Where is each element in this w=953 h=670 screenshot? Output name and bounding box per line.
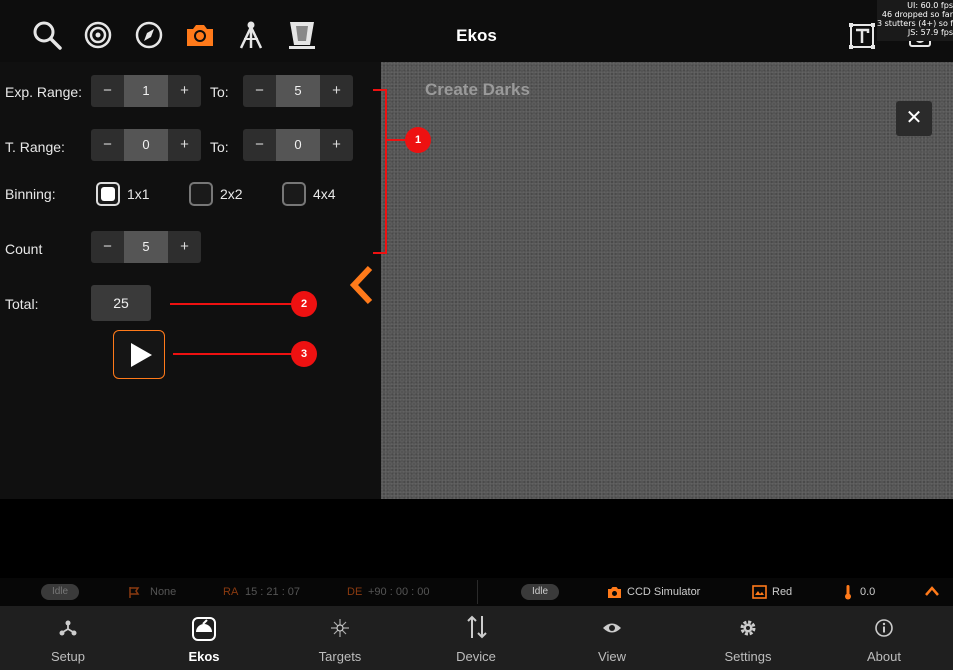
- t-range-to-label: To:: [210, 139, 229, 155]
- tripod-icon[interactable]: [233, 17, 269, 53]
- t-range-label: T. Range:: [5, 139, 65, 155]
- nav-label-targets: Targets: [318, 649, 362, 664]
- nav-label-view: View: [598, 649, 626, 664]
- t-range-to-value[interactable]: 0: [276, 129, 320, 161]
- nav-label-ekos: Ekos: [188, 649, 220, 664]
- increment-button[interactable]: +: [168, 129, 201, 161]
- exp-range-to-stepper: − 5 +: [243, 75, 353, 107]
- ra-value: 15 : 21 : 07: [245, 586, 301, 598]
- count-stepper: − 5 +: [91, 231, 201, 263]
- panel-title: Create Darks: [425, 80, 530, 99]
- increment-button[interactable]: +: [168, 75, 201, 107]
- eye-icon: [603, 623, 621, 633]
- exp-range-from-stepper: − 1 +: [91, 75, 201, 107]
- status-divider: [477, 580, 478, 604]
- nav-item-ekos[interactable]: Ekos: [136, 606, 272, 670]
- decrement-button[interactable]: −: [243, 75, 276, 107]
- nav-label-settings: Settings: [724, 649, 772, 664]
- annotation-line-1: [386, 139, 406, 141]
- increment-button[interactable]: +: [320, 129, 353, 161]
- t-range-from-value[interactable]: 0: [124, 129, 168, 161]
- fps-ui: UI: 60.0 fps: [907, 1, 953, 10]
- exp-range-from-value[interactable]: 1: [124, 75, 168, 107]
- camera-status-badge: Idle: [521, 584, 559, 600]
- nav-item-settings[interactable]: Settings: [680, 606, 816, 670]
- camera-icon[interactable]: [182, 17, 218, 53]
- chevron-left-icon[interactable]: [348, 265, 374, 305]
- setup-icon: [59, 620, 77, 636]
- darks-preview-panel: Create Darks: [381, 62, 953, 499]
- filter-name: Red: [772, 586, 793, 598]
- decrement-button[interactable]: −: [91, 231, 124, 263]
- fps-stutters: 3 stutters (4+) so far: [877, 19, 953, 28]
- annotation-bracket: [373, 89, 387, 254]
- targets-icon: [331, 619, 349, 637]
- binning-1x1-label: 1x1: [127, 186, 150, 202]
- mount-status-badge: Idle: [41, 584, 79, 600]
- target-icon[interactable]: [80, 17, 116, 53]
- annotation-marker-2: 2: [291, 291, 317, 317]
- binning-2x2-label: 2x2: [220, 186, 243, 202]
- count-value[interactable]: 5: [124, 231, 168, 263]
- binning-label: Binning:: [5, 186, 56, 202]
- fps-overlay: UI: 60.0 fps 46 dropped so far 3 stutter…: [877, 0, 953, 41]
- filter-small-icon: [752, 585, 767, 599]
- count-label: Count: [5, 241, 43, 257]
- start-button[interactable]: [113, 330, 165, 379]
- annotation-marker-1: 1: [405, 127, 431, 153]
- nav-item-device[interactable]: Device: [408, 606, 544, 670]
- ra-label: RA: [223, 586, 239, 598]
- fps-js: JS: 57.9 fps: [907, 28, 953, 37]
- target-name: None: [150, 586, 177, 598]
- total-value: 25: [91, 285, 151, 321]
- total-label: Total:: [5, 296, 39, 312]
- de-label: DE: [347, 586, 363, 598]
- gear-icon: [740, 620, 756, 636]
- chevron-up-icon[interactable]: [924, 585, 940, 597]
- fps-dropped: 46 dropped so far: [881, 10, 953, 19]
- search-icon[interactable]: [29, 17, 65, 53]
- nav-label-device: Device: [456, 649, 496, 664]
- annotation-marker-3: 3: [291, 341, 317, 367]
- compass-icon[interactable]: [131, 17, 167, 53]
- binning-4x4-checkbox[interactable]: [282, 182, 306, 206]
- nav-item-setup[interactable]: Setup: [0, 606, 136, 670]
- annotation-line-3: [173, 353, 292, 355]
- nav-label-setup: Setup: [51, 649, 85, 664]
- increment-button[interactable]: +: [320, 75, 353, 107]
- text-icon[interactable]: [846, 20, 878, 52]
- ekos-icon: [192, 617, 216, 641]
- device-icon: [467, 615, 487, 639]
- exp-range-label: Exp. Range:: [5, 84, 83, 100]
- thermometer-icon: [845, 585, 851, 600]
- nav-item-about[interactable]: About: [816, 606, 952, 670]
- annotation-line-2: [170, 303, 292, 305]
- camera-small-icon: [608, 587, 621, 598]
- status-bar: Idle None RA 15 : 21 : 07 DE +90 : 00 : …: [0, 578, 953, 606]
- flag-icon: [129, 587, 140, 598]
- decrement-button[interactable]: −: [243, 129, 276, 161]
- increment-button[interactable]: +: [168, 231, 201, 263]
- top-toolbar: Ekos UI: 60.0 fps 46 dropped so far 3 st…: [0, 0, 953, 62]
- binning-4x4-label: 4x4: [313, 186, 336, 202]
- nav-label-about: About: [867, 649, 901, 664]
- binning-1x1-checkbox[interactable]: [96, 182, 120, 206]
- de-value: +90 : 00 : 00: [368, 586, 430, 598]
- camera-name: CCD Simulator: [627, 586, 701, 598]
- nav-item-targets[interactable]: Targets: [272, 606, 408, 670]
- dark-settings-panel: Exp. Range: − 1 + To: − 5 + T. Range: − …: [0, 62, 381, 499]
- exp-range-to-value[interactable]: 5: [276, 75, 320, 107]
- binning-2x2-checkbox[interactable]: [189, 182, 213, 206]
- filter-icon[interactable]: [284, 17, 320, 53]
- t-range-to-stepper: − 0 +: [243, 129, 353, 161]
- t-range-from-stepper: − 0 +: [91, 129, 201, 161]
- bottom-navigation: Setup Ekos Targets Device View Settings …: [0, 606, 953, 670]
- decrement-button[interactable]: −: [91, 75, 124, 107]
- decrement-button[interactable]: −: [91, 129, 124, 161]
- nav-item-view[interactable]: View: [544, 606, 680, 670]
- temperature-value: 0.0: [860, 586, 876, 598]
- close-button[interactable]: ✕: [896, 101, 932, 136]
- info-icon: [875, 619, 893, 637]
- exp-range-to-label: To:: [210, 84, 229, 100]
